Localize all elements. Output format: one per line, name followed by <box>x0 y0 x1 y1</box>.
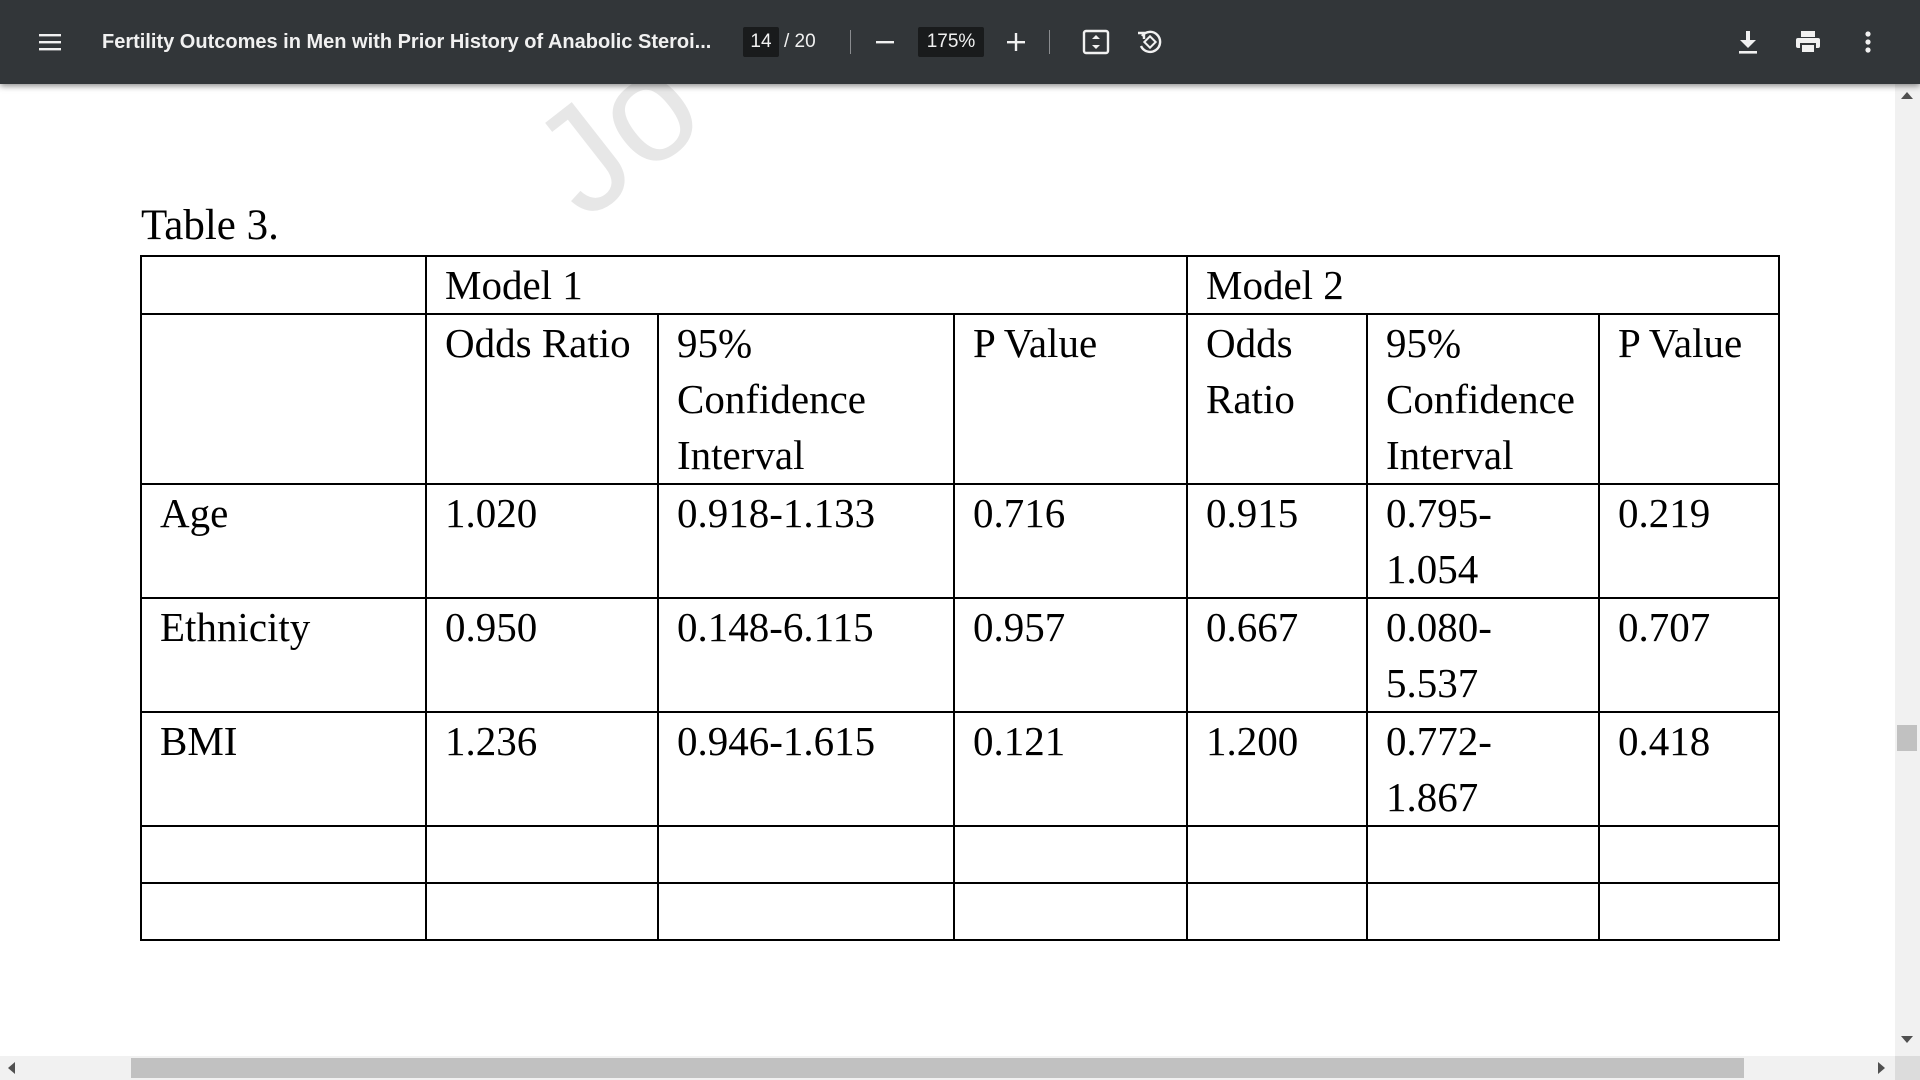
table-cell: 0.716 <box>952 483 1189 599</box>
group-header-model-2: Model 2 <box>1186 255 1781 315</box>
table-cell: 0.957 <box>952 597 1189 713</box>
column-header: Odds Ratio <box>425 313 659 485</box>
scroll-right-arrow-icon[interactable] <box>1878 1062 1885 1074</box>
table-cell: 0.795-1.054 <box>1366 483 1601 599</box>
scrollbar-corner <box>1895 1056 1920 1080</box>
table-cell <box>140 882 427 941</box>
table-cell <box>140 825 427 884</box>
vertical-scrollbar[interactable] <box>1895 84 1920 1056</box>
table-cell: 0.418 <box>1598 711 1781 827</box>
print-button[interactable] <box>1784 0 1832 84</box>
table-cell: 1.200 <box>1186 711 1369 827</box>
more-options-button[interactable] <box>1844 0 1892 84</box>
table-cell <box>952 882 1189 941</box>
download-icon[interactable] <box>1724 18 1772 66</box>
table-cell <box>140 255 427 315</box>
column-header: P Value <box>952 313 1189 485</box>
table-cell: 0.772-1.867 <box>1366 711 1601 827</box>
table-cell <box>1366 882 1601 941</box>
watermark: Jo <box>501 84 730 248</box>
page-number-input[interactable]: 14 <box>743 27 779 57</box>
table-row: BMI 1.236 0.946-1.615 0.121 1.200 0.772-… <box>140 711 1781 827</box>
print-icon[interactable] <box>1784 18 1832 66</box>
column-header: P Value <box>1598 313 1781 485</box>
horizontal-scrollbar[interactable] <box>0 1056 1895 1080</box>
results-table: Model 1 Model 2 Odds Ratio 95% Confidenc… <box>140 255 1781 941</box>
zoom-out-button[interactable] <box>861 0 909 84</box>
table-column-header-row: Odds Ratio 95% Confidence Interval P Val… <box>140 313 1781 485</box>
table-cell: BMI <box>140 711 427 827</box>
table-cell <box>425 825 659 884</box>
table-cell: 1.020 <box>425 483 659 599</box>
document-viewer[interactable]: Jo Table 3. Model 1 Model 2 Odds Ratio 9… <box>0 84 1895 1056</box>
more-options-icon[interactable] <box>1844 18 1892 66</box>
zoom-in-icon[interactable] <box>992 18 1040 66</box>
table-cell: 0.950 <box>425 597 659 713</box>
table-cell: 0.918-1.133 <box>657 483 955 599</box>
toolbar-divider <box>1049 30 1050 54</box>
table-row <box>140 882 1781 941</box>
vertical-scroll-thumb[interactable] <box>1897 725 1917 751</box>
column-header <box>140 313 427 485</box>
table-cell <box>1186 882 1369 941</box>
table-cell: 0.946-1.615 <box>657 711 955 827</box>
table-cell: Ethnicity <box>140 597 427 713</box>
group-header-model-1: Model 1 <box>424 255 1189 315</box>
scroll-left-arrow-icon[interactable] <box>8 1062 15 1074</box>
table-cell <box>1598 825 1781 884</box>
scroll-up-arrow-icon[interactable] <box>1901 92 1913 99</box>
table-cell <box>1598 882 1781 941</box>
table-cell <box>657 882 955 941</box>
table-caption: Table 3. <box>141 202 279 249</box>
table-cell: 0.148-6.115 <box>657 597 955 713</box>
column-header: 95% Confidence Interval <box>1366 313 1601 485</box>
table-cell <box>1186 825 1369 884</box>
table-cell: 1.236 <box>425 711 659 827</box>
table-cell: 0.667 <box>1186 597 1369 713</box>
table-cell <box>1366 825 1601 884</box>
column-header: Odds Ratio <box>1186 313 1369 485</box>
document-title: Fertility Outcomes in Men with Prior His… <box>102 31 712 53</box>
page-total: / 20 <box>784 31 816 52</box>
table-cell: 0.219 <box>1598 483 1781 599</box>
rotate-button[interactable] <box>1125 0 1173 84</box>
pdf-toolbar: Fertility Outcomes in Men with Prior His… <box>0 0 1920 84</box>
zoom-out-icon[interactable] <box>861 18 909 66</box>
table-group-header-row: Model 1 Model 2 <box>140 255 1781 315</box>
zoom-level-input[interactable]: 175% <box>918 27 984 57</box>
table-cell <box>952 825 1189 884</box>
table-row: Ethnicity 0.950 0.148-6.115 0.957 0.667 … <box>140 597 1781 713</box>
table-row <box>140 825 1781 884</box>
fit-page-icon[interactable] <box>1072 18 1120 66</box>
table-cell: 0.707 <box>1598 597 1781 713</box>
menu-icon[interactable] <box>26 18 74 66</box>
horizontal-scroll-thumb[interactable] <box>131 1058 1744 1078</box>
table-cell <box>657 825 955 884</box>
table-row: Age 1.020 0.918-1.133 0.716 0.915 0.795-… <box>140 483 1781 599</box>
menu-button[interactable] <box>26 0 74 84</box>
scroll-down-arrow-icon[interactable] <box>1901 1036 1913 1043</box>
table-cell <box>425 882 659 941</box>
download-button[interactable] <box>1724 0 1772 84</box>
fit-page-button[interactable] <box>1072 0 1120 84</box>
column-header: 95% Confidence Interval <box>657 313 955 485</box>
table-cell: 0.915 <box>1186 483 1369 599</box>
table-cell: Age <box>140 483 427 599</box>
rotate-icon[interactable] <box>1125 18 1173 66</box>
table-cell: 0.080-5.537 <box>1366 597 1601 713</box>
toolbar-divider <box>850 30 851 54</box>
table-cell: 0.121 <box>952 711 1189 827</box>
zoom-in-button[interactable] <box>992 0 1040 84</box>
